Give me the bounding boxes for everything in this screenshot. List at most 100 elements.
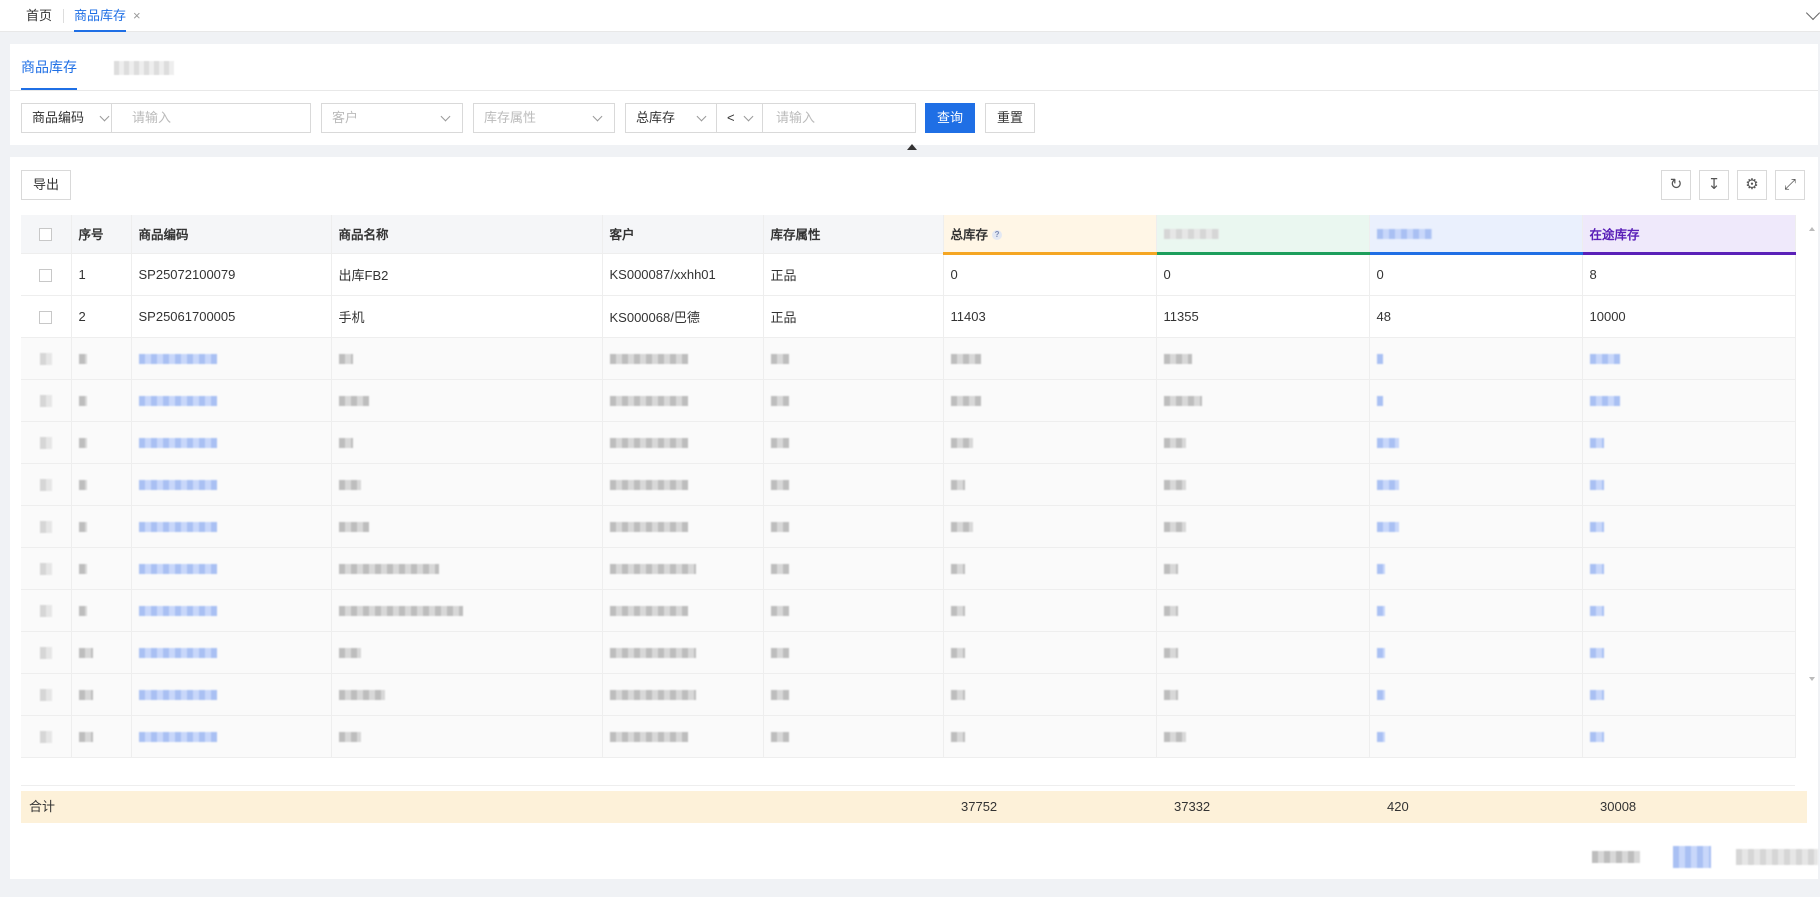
row-checkbox-cell[interactable] (21, 421, 72, 464)
col-total-label: 总库存 (950, 227, 989, 242)
row-index: 1 (71, 253, 132, 296)
row-checkbox-cell[interactable] (21, 547, 72, 590)
blurred-cell[interactable] (1369, 337, 1583, 380)
row-customer: KS000068/巴德 (602, 295, 764, 338)
row-checkbox-cell[interactable] (21, 253, 72, 296)
query-button[interactable]: 查询 (925, 103, 975, 133)
blurred-cell[interactable] (1369, 673, 1583, 716)
blurred-cell (602, 421, 764, 464)
select-all-checkbox-cell[interactable] (21, 215, 72, 254)
blurred-cell[interactable] (1582, 589, 1796, 632)
col-total[interactable]: 总库存? (943, 215, 1157, 255)
chevron-down-icon[interactable] (1805, 5, 1820, 21)
blurred-cell[interactable] (1582, 421, 1796, 464)
blurred-cell[interactable] (1369, 715, 1583, 758)
row-checkbox-cell[interactable] (21, 505, 72, 548)
subtab-inventory[interactable]: 商品库存 (21, 44, 77, 90)
row-checkbox-cell[interactable] (21, 715, 72, 758)
row-in-transit-link[interactable]: 10000 (1582, 295, 1796, 338)
blurred-cell (943, 421, 1157, 464)
blurred-cell[interactable] (131, 337, 332, 380)
blurred-cell[interactable] (131, 631, 332, 674)
collapse-toggle-icon[interactable] (907, 144, 917, 150)
blurred-cell[interactable] (1582, 715, 1796, 758)
blurred-cell (71, 505, 132, 548)
blurred-cell[interactable] (1582, 463, 1796, 506)
row-checkbox-cell[interactable] (21, 673, 72, 716)
row-checkbox-cell[interactable] (21, 379, 72, 422)
stock-attribute-select[interactable]: 库存属性 (473, 103, 615, 133)
blurred-cell[interactable] (131, 463, 332, 506)
row-col3: 0 (1369, 253, 1583, 296)
blurred-cell (331, 463, 603, 506)
pagination-current[interactable] (1673, 846, 1711, 868)
col-blurred-2[interactable] (1156, 215, 1370, 255)
help-icon[interactable]: ? (992, 230, 1003, 241)
row-checkbox-cell[interactable] (21, 463, 72, 506)
blurred-cell[interactable] (1369, 547, 1583, 590)
refresh-icon[interactable]: ↻ (1661, 170, 1691, 200)
blurred-cell[interactable] (1369, 589, 1583, 632)
tab-inventory[interactable]: 商品库存 (74, 0, 127, 32)
blurred-cell[interactable] (131, 589, 332, 632)
col-blurred-3[interactable] (1369, 215, 1583, 255)
col-name[interactable]: 商品名称 (331, 215, 603, 254)
customer-select[interactable]: 客户 (321, 103, 463, 133)
row-col3-link[interactable]: 48 (1369, 295, 1583, 338)
blurred-cell[interactable] (1369, 463, 1583, 506)
code-search-input[interactable]: 请输入 (132, 104, 171, 132)
close-icon[interactable]: × (133, 0, 141, 32)
blurred-cell[interactable] (131, 547, 332, 590)
blurred-cell[interactable] (1582, 547, 1796, 590)
select-all-checkbox[interactable] (39, 227, 53, 241)
col-attr[interactable]: 库存属性 (763, 215, 944, 254)
blurred-cell[interactable] (131, 505, 332, 548)
row-code-link[interactable]: SP25072100079 (131, 253, 332, 296)
code-field-select[interactable]: 商品编码 (22, 104, 112, 132)
blurred-cell[interactable] (1369, 631, 1583, 674)
blurred-cell[interactable] (131, 673, 332, 716)
pagination-size[interactable] (1736, 849, 1818, 865)
row-checkbox-cell[interactable] (21, 589, 72, 632)
row-checkbox[interactable] (39, 268, 53, 282)
export-button[interactable]: 导出 (21, 170, 71, 200)
blurred-cell[interactable] (1369, 421, 1583, 464)
col-customer[interactable]: 客户 (602, 215, 764, 254)
blurred-cell[interactable] (1582, 379, 1796, 422)
reset-button[interactable]: 重置 (985, 103, 1035, 133)
col-in-transit[interactable]: 在途库存 (1582, 215, 1796, 255)
row-checkbox-cell[interactable] (21, 337, 72, 380)
tab-home[interactable]: 首页 (26, 0, 52, 32)
settings-icon[interactable]: ⚙ (1737, 170, 1767, 200)
row-code-link[interactable]: SP25061700005 (131, 295, 332, 338)
blurred-cell[interactable] (131, 421, 332, 464)
row-customer: KS000087/xxhh01 (602, 253, 764, 296)
stock-value-input[interactable]: 请输入 (776, 104, 815, 132)
fullscreen-icon[interactable]: ⤢ (1775, 170, 1805, 200)
blurred-cell (1156, 505, 1370, 548)
row-checkbox[interactable] (39, 310, 53, 324)
blurred-cell[interactable] (1582, 631, 1796, 674)
inventory-table-panel: 导出 ↻ ↧ ⚙ ⤢ 序号 商品编码 商品名称 客户 库存属性 总库存? 在途库… (10, 157, 1818, 879)
blurred-cell[interactable] (1582, 505, 1796, 548)
row-checkbox-cell[interactable] (21, 295, 72, 338)
scroll-down-icon[interactable] (1809, 677, 1815, 681)
column-height-icon[interactable]: ↧ (1699, 170, 1729, 200)
row-checkbox-cell[interactable] (21, 631, 72, 674)
blurred-cell[interactable] (1582, 337, 1796, 380)
blurred-cell[interactable] (131, 379, 332, 422)
vertical-scrollbar[interactable] (1807, 215, 1818, 685)
subtab-blurred[interactable] (114, 44, 174, 90)
row-in-transit-link[interactable]: 8 (1582, 253, 1796, 296)
operator-select[interactable]: < (717, 104, 763, 132)
blurred-cell (1156, 463, 1370, 506)
scroll-up-icon[interactable] (1809, 227, 1815, 231)
col-code[interactable]: 商品编码 (131, 215, 332, 254)
chevron-down-icon (592, 111, 603, 122)
summary-col2: 37332 (1174, 799, 1211, 814)
blurred-cell[interactable] (1369, 505, 1583, 548)
table-row (21, 379, 1796, 422)
blurred-cell[interactable] (1369, 379, 1583, 422)
blurred-cell[interactable] (1582, 673, 1796, 716)
blurred-cell[interactable] (131, 715, 332, 758)
